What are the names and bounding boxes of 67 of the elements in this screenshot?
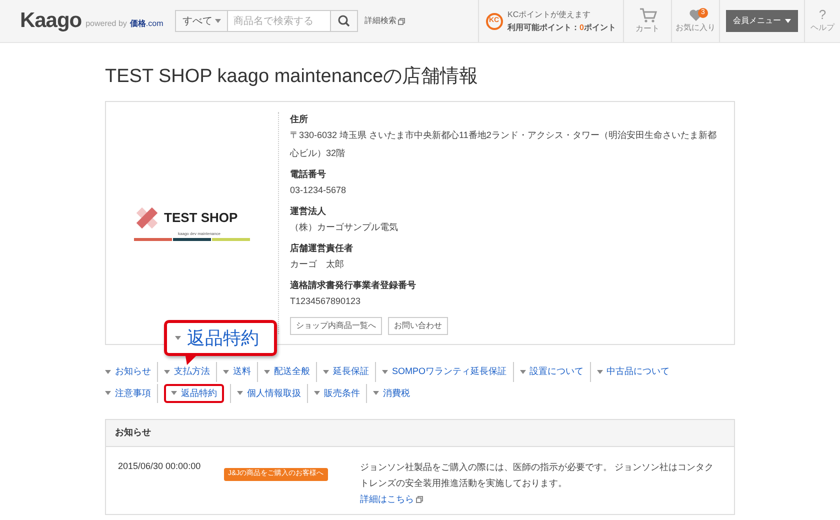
points-unit: ポイント: [584, 22, 616, 34]
search-field[interactable]: 商品名で検索する: [228, 10, 330, 32]
caret-icon: [223, 370, 229, 374]
nav-link[interactable]: 返品特約: [164, 384, 224, 403]
notice-date: 2015/06/30 00:00:00: [118, 460, 202, 473]
search-icon: [338, 15, 350, 27]
caret-icon: [164, 370, 170, 374]
notice-title: お知らせ: [115, 426, 151, 440]
page-title: TEST SHOP kaago maintenanceの店舗情報: [105, 65, 480, 89]
field-value: カーゴ 太郎: [290, 258, 345, 271]
advanced-search-link[interactable]: 詳細検索: [364, 15, 406, 27]
field-label: 運営法人: [290, 205, 327, 218]
search-button[interactable]: [330, 10, 358, 32]
shop-button[interactable]: お問い合わせ: [388, 317, 448, 335]
caret-icon: [105, 370, 111, 374]
caret-icon: [105, 391, 111, 396]
nav-link[interactable]: 注意事項: [105, 384, 151, 403]
field-label: 住所: [290, 113, 309, 126]
nav-link[interactable]: 支払方法: [164, 362, 210, 382]
nav-link[interactable]: お知らせ: [105, 362, 151, 382]
brand-text: 価格: [130, 18, 146, 30]
caret-icon: [596, 370, 603, 374]
field-label: 電話番号: [290, 168, 327, 181]
member-menu-button[interactable]: 会員メニュー: [726, 10, 798, 32]
shop-button[interactable]: ショップ内商品一覧へ: [290, 317, 382, 335]
notice-text: ジョンソン社製品をご購入の際には、医師の指示が必要です。 ジョンソン社はコンタクトレンズの安全装用推進活動を実施しております。: [360, 461, 715, 490]
nav-link[interactable]: 送料: [223, 362, 251, 382]
caret-icon: [785, 19, 791, 23]
caret-icon: [264, 370, 270, 374]
cart-button[interactable]: カート: [623, 0, 671, 42]
nav-link[interactable]: 中古品について: [596, 362, 670, 382]
points-title: KCポイントが使えます: [508, 9, 592, 21]
brand-domain-text: .com: [146, 18, 164, 30]
nav-link[interactable]: 延長保証: [323, 362, 369, 382]
window-icon: [416, 496, 423, 502]
window-icon: [398, 18, 406, 24]
callout-text: 返品特約: [187, 326, 259, 350]
caret-icon: [237, 391, 243, 396]
category-dropdown[interactable]: すべて: [175, 10, 228, 32]
field-value: 03-1234-5678: [290, 184, 348, 197]
caret-icon: [373, 391, 379, 396]
nav-link[interactable]: 販売条件: [314, 384, 360, 403]
field-label: 店舗運営責任者: [290, 242, 354, 255]
caret-icon: [323, 370, 329, 374]
points-label: 利用可能ポイント：: [508, 22, 580, 34]
cart-icon: [638, 8, 656, 22]
caret-icon: [215, 19, 222, 23]
caret-icon: [520, 370, 526, 374]
field-value: （株）カーゴサンプル電気: [290, 221, 399, 234]
points-value: 0: [580, 22, 584, 34]
caret-icon: [314, 391, 320, 396]
logo-title: TEST SHOP: [164, 209, 238, 228]
nav-link[interactable]: 消費税: [373, 384, 410, 403]
nav-link[interactable]: 設置について: [520, 362, 584, 382]
field-value: 〒330-6032 埼玉県 さいたま市中央新都心11番地2ランド・アクシス・タワー（明治安田生命さいたま新都心ビル）32階: [290, 129, 718, 160]
field-value: T1234567890123: [290, 295, 362, 308]
nav-link[interactable]: 個人情報取扱: [237, 384, 301, 403]
powered-by-text: powered by: [86, 18, 127, 30]
logo[interactable]: Kaago: [20, 5, 82, 37]
help-icon: ?: [818, 8, 826, 22]
caret-icon: [175, 336, 181, 340]
caret-icon: [171, 391, 177, 396]
field-label: 適格請求書発行事業者登録番号: [290, 279, 417, 292]
detail-link[interactable]: 詳細はこちら: [360, 491, 722, 507]
nav-link[interactable]: 配送全般: [264, 362, 310, 382]
caret-icon: [382, 370, 388, 374]
nav-link[interactable]: SOMPOワランティ延長保証: [382, 362, 507, 382]
